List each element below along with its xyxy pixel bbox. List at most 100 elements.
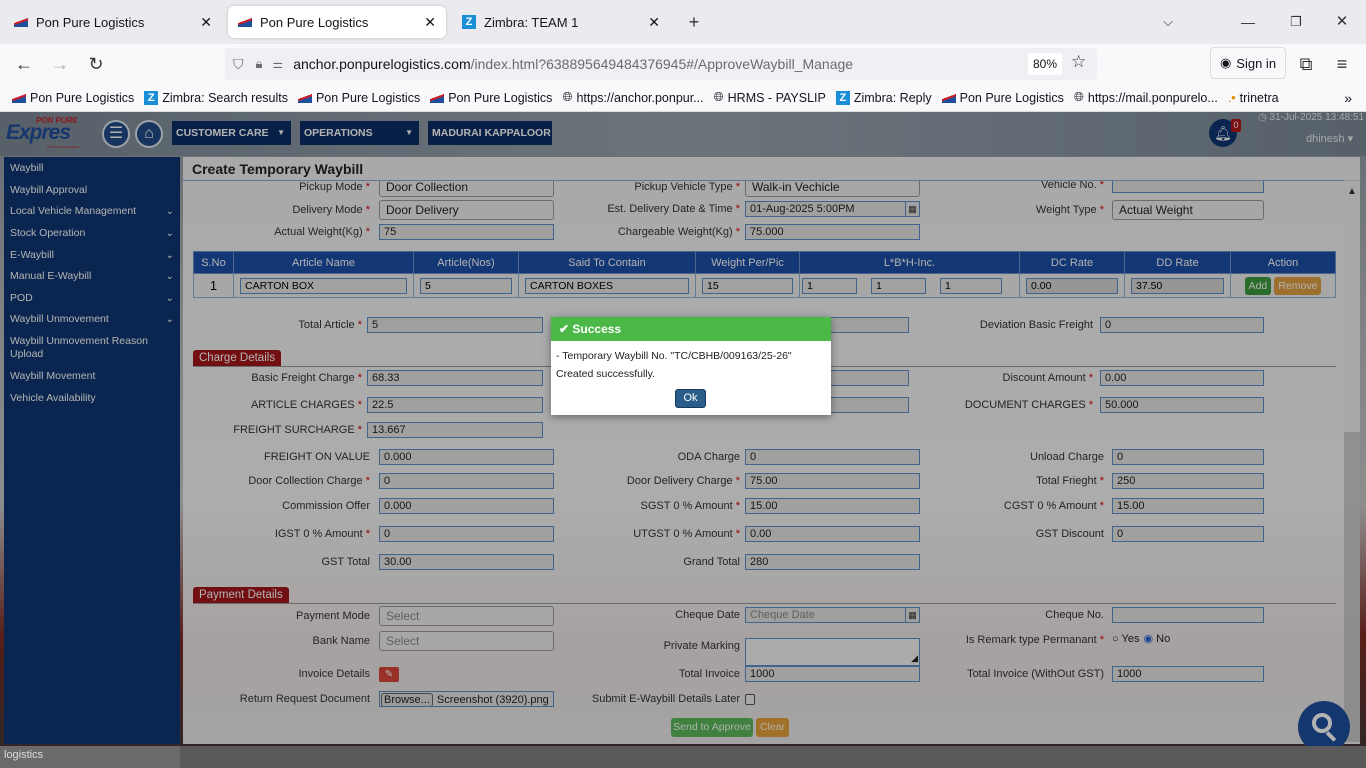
total-invoice-without-gst-input[interactable]: 1000 [1112, 666, 1264, 682]
calendar-icon[interactable]: ▦ [905, 608, 919, 622]
zoom-level[interactable]: 80% [1028, 53, 1062, 75]
length-input[interactable]: 1 [802, 278, 857, 294]
branch-label[interactable]: MADURAI KAPPALOOR [428, 121, 552, 145]
tab-list-chevron-icon[interactable]: ⌵ [1156, 10, 1180, 34]
door-collection-charge-input[interactable]: 0 [379, 473, 554, 489]
minimize-icon[interactable]: — [1236, 10, 1260, 34]
grand-total-input[interactable]: 280 [745, 554, 920, 570]
sidebar-item[interactable]: Manual E-Waybill⌄ [10, 270, 174, 283]
send-to-approve-button[interactable]: Send to Approve [671, 718, 753, 737]
total-frieght-input[interactable]: 250 [1112, 473, 1264, 489]
sidebar-item[interactable]: POD⌄ [10, 292, 174, 305]
utgst-0-amount-input[interactable]: 0.00 [745, 526, 920, 542]
unload-charge-input[interactable]: 0 [1112, 449, 1264, 465]
chargeable-weight-kg-input[interactable]: 75.000 [745, 224, 920, 240]
permissions-icon[interactable]: ⚌ [272, 57, 283, 71]
home-icon[interactable]: ⌂ [135, 120, 163, 148]
sidebar-item[interactable]: Vehicle Availability [10, 392, 174, 405]
article-nos-input[interactable]: 5 [420, 278, 512, 294]
bookmark-item[interactable]: Pon Pure Logistics [430, 91, 552, 105]
sidebar-item[interactable]: Waybill Movement [10, 370, 174, 383]
private-marking-input[interactable]: ◢ [745, 638, 920, 666]
discount-amount-input[interactable]: 0.00 [1100, 370, 1264, 386]
close-icon[interactable]: ✕ [648, 14, 660, 31]
weight-per-pic-input[interactable]: 15 [702, 278, 793, 294]
hamburger-menu-icon[interactable]: ☰ [102, 120, 130, 148]
igst-0-amount-input[interactable]: 0 [379, 526, 554, 542]
article-charges-input[interactable]: 22.5 [367, 397, 543, 413]
freight-on-value-input[interactable]: 0.000 [379, 449, 554, 465]
return-document-file-input[interactable]: Browse...Screenshot (3920).png [379, 691, 554, 707]
restore-icon[interactable]: ❐ [1284, 10, 1308, 34]
delivery-mode-input[interactable]: Door Delivery [379, 200, 554, 220]
browser-tab[interactable]: Pon Pure Logistics✕ [4, 6, 222, 38]
close-icon[interactable]: ✕ [424, 14, 436, 31]
cheque-date-input[interactable]: Cheque Date▦ [745, 607, 920, 623]
freight-surcharge-input[interactable]: 13.667 [367, 422, 543, 438]
door-delivery-charge-input[interactable]: 75.00 [745, 473, 920, 489]
ok-button[interactable]: Ok [675, 389, 706, 408]
reload-icon[interactable]: ↻ [84, 52, 108, 76]
bookmark-item[interactable]: 🌐︎https://anchor.ponpur... [562, 90, 703, 105]
article-name-input[interactable]: CARTON BOX [240, 278, 407, 294]
est-delivery-date-time-input[interactable]: 01-Aug-2025 5:00PM▦ [745, 201, 920, 217]
payment-mode-input[interactable]: Select [379, 606, 554, 626]
gst-discount-input[interactable]: 0 [1112, 526, 1264, 542]
bank-name-input[interactable]: Select [379, 631, 554, 651]
add-article-button[interactable]: Add [1245, 277, 1272, 295]
sidebar-item[interactable]: Waybill Unmovement Reason Upload [10, 335, 174, 361]
browser-tab[interactable]: ZZimbra: TEAM 1✕ [452, 6, 670, 38]
clear-button[interactable]: Clear [756, 718, 789, 737]
section-dropdown[interactable]: OPERATIONS▼ [300, 121, 419, 145]
actual-weight-kg-input[interactable]: 75 [379, 224, 554, 240]
sidebar-item[interactable]: Waybill [10, 162, 174, 175]
deviation-basic-freight-input[interactable]: 0 [1100, 317, 1264, 333]
remove-article-button[interactable]: Remove [1274, 277, 1321, 295]
basic-freight-charge-input[interactable]: 68.33 [367, 370, 543, 386]
gst-total-input[interactable]: 30.00 [379, 554, 554, 570]
sidebar-item[interactable]: Local Vehicle Management⌄ [10, 205, 174, 218]
breadth-input[interactable]: 1 [871, 278, 926, 294]
height-input[interactable]: 1 [940, 278, 1002, 294]
bookmark-item[interactable]: Pon Pure Logistics [942, 91, 1064, 105]
new-tab-icon[interactable]: + [682, 10, 706, 34]
edit-invoice-icon[interactable]: ✎ [379, 667, 399, 682]
user-menu[interactable]: dhinesh ▾ [1306, 132, 1353, 145]
address-bar[interactable]: ⛉ 🔒︎ ⚌ anchor.ponpurelogistics.com/index… [225, 48, 1097, 80]
oda-charge-input[interactable]: 0 [745, 449, 920, 465]
radio-no[interactable]: ◉ [1143, 633, 1156, 645]
total-article-input[interactable]: 5 [367, 317, 543, 333]
bookmark-item[interactable]: 🌐︎HRMS - PAYSLIP [714, 90, 826, 105]
sidebar-item[interactable]: Waybill Approval [10, 184, 174, 197]
forward-icon[interactable]: → [48, 52, 72, 76]
commission-offer-input[interactable]: 0.000 [379, 498, 554, 514]
menu-icon[interactable]: ≡ [1330, 52, 1354, 76]
back-icon[interactable]: ← [12, 52, 36, 76]
total-invoice-input[interactable]: 1000 [745, 666, 920, 682]
cgst-0-amount-input[interactable]: 15.00 [1112, 498, 1264, 514]
sidebar-item[interactable]: Stock Operation⌄ [10, 227, 174, 240]
bookmark-item[interactable]: Pon Pure Logistics [298, 91, 420, 105]
said-to-contain-input[interactable]: CARTON BOXES [525, 278, 689, 294]
document-charges-input[interactable]: 50.000 [1100, 397, 1264, 413]
bookmark-item[interactable]: ZZimbra: Search results [144, 91, 288, 105]
module-dropdown[interactable]: CUSTOMER CARE▼ [172, 121, 291, 145]
more-bookmarks-icon[interactable]: » [1344, 90, 1352, 106]
calendar-icon[interactable]: ▦ [905, 202, 919, 216]
sidebar-item[interactable]: E-Waybill⌄ [10, 249, 174, 262]
radio-yes[interactable]: ○ [1112, 633, 1122, 645]
browse-button[interactable]: Browse... [381, 693, 433, 707]
close-icon[interactable]: ✕ [200, 14, 212, 31]
bookmark-item[interactable]: 🌐︎https://mail.ponpurelo... [1074, 90, 1218, 105]
bookmark-item[interactable]: ZZimbra: Reply [836, 91, 932, 105]
sgst-0-amount-input[interactable]: 15.00 [745, 498, 920, 514]
sidebar-item[interactable]: Waybill Unmovement⌄ [10, 313, 174, 326]
bookmark-star-icon[interactable]: ☆ [1071, 52, 1086, 72]
sign-in-button[interactable]: ◉Sign in [1210, 47, 1286, 79]
bookmark-item[interactable]: .•trinetra [1228, 91, 1279, 105]
close-window-icon[interactable]: ✕ [1330, 10, 1354, 34]
browser-tab-active[interactable]: Pon Pure Logistics✕ [228, 6, 446, 38]
cheque-no-input[interactable] [1112, 607, 1264, 623]
weight-type-input[interactable]: Actual Weight [1112, 200, 1264, 220]
bookmark-item[interactable]: Pon Pure Logistics [12, 91, 134, 105]
